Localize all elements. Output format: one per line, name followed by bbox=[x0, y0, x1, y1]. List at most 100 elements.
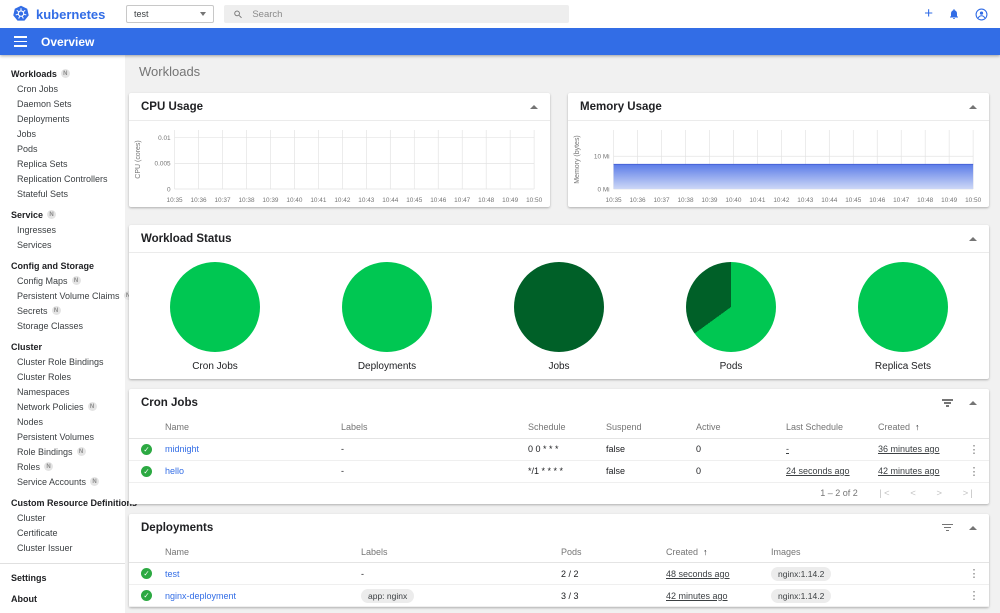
sidebar-group-label: Custom Resource Definitions bbox=[11, 497, 138, 508]
sidebar-item[interactable]: Config Maps N bbox=[0, 273, 125, 288]
svg-text:10:46: 10:46 bbox=[430, 197, 446, 204]
pie-chart bbox=[342, 262, 432, 352]
svg-text:0.005: 0.005 bbox=[155, 161, 171, 168]
column-header-pods[interactable]: Pods bbox=[561, 541, 666, 563]
sidebar-item[interactable]: Role Bindings N bbox=[0, 444, 125, 459]
workload-pie: Replica Sets bbox=[817, 262, 989, 372]
table-row[interactable]: ✓ midnight -0 0 * * * false 0-36 minutes ago… bbox=[129, 438, 989, 461]
kubernetes-logo-link[interactable]: kubernetes bbox=[12, 5, 126, 23]
sidebar-item[interactable]: Ingresses bbox=[0, 222, 125, 237]
sidebar-group-label: Cluster bbox=[11, 341, 43, 352]
namespace-select[interactable]: test bbox=[126, 5, 214, 23]
search-bar[interactable] bbox=[224, 5, 569, 23]
sidebar-group-label: Config and Storage bbox=[11, 260, 94, 271]
row-menu-button[interactable]: ⋮ bbox=[965, 444, 984, 456]
sidebar-item[interactable]: Deployments bbox=[0, 111, 125, 126]
row-menu-button[interactable]: ⋮ bbox=[965, 590, 984, 602]
card-title: Cron Jobs bbox=[141, 397, 198, 409]
filter-button[interactable] bbox=[942, 523, 953, 532]
column-header-labels[interactable]: Labels bbox=[341, 417, 528, 439]
created-cell-value: 42 minutes ago bbox=[878, 466, 940, 476]
sidebar-item[interactable]: Services bbox=[0, 237, 125, 252]
sidebar-item[interactable]: Persistent Volumes bbox=[0, 429, 125, 444]
column-header-suspend[interactable]: Suspend bbox=[606, 417, 696, 439]
last-page-button[interactable]: >| bbox=[963, 488, 975, 499]
collapse-card-button[interactable] bbox=[969, 236, 977, 241]
pie-label: Jobs bbox=[548, 361, 570, 372]
sidebar-item-label: Config Maps bbox=[17, 275, 68, 286]
table-row[interactable]: ✓ nginx-deployment app: nginx 3 / 3 42 minut… bbox=[129, 584, 989, 607]
svg-text:10:39: 10:39 bbox=[262, 197, 278, 204]
sidebar-item[interactable]: Network Policies N bbox=[0, 399, 125, 414]
resource-link[interactable]: nginx-deployment bbox=[165, 591, 236, 601]
collapse-card-button[interactable] bbox=[969, 104, 977, 109]
resource-link[interactable]: test bbox=[165, 569, 180, 579]
svg-text:0: 0 bbox=[167, 186, 171, 193]
resource-link[interactable]: midnight bbox=[165, 444, 199, 454]
filter-button[interactable] bbox=[942, 399, 953, 407]
sidebar-item-label: Pods bbox=[17, 143, 38, 154]
svg-text:10:37: 10:37 bbox=[653, 197, 669, 204]
collapse-card-button[interactable] bbox=[969, 401, 977, 405]
sidebar-item[interactable]: Roles N bbox=[0, 459, 125, 474]
sidebar-item[interactable]: Nodes bbox=[0, 414, 125, 429]
cpu-usage-chart: 10:35 10:36 10:37 10:38 10:39 10:40 10:41 10:42… bbox=[135, 130, 543, 204]
pagination: 1 – 2 of 2 |< < > >| bbox=[129, 483, 989, 504]
sidebar-item[interactable]: Cluster Issuer bbox=[0, 540, 125, 555]
collapse-card-button[interactable] bbox=[969, 525, 977, 530]
sidebar-item[interactable]: Replica Sets bbox=[0, 156, 125, 171]
sidebar-item[interactable]: Certificate bbox=[0, 525, 125, 540]
sidebar-item[interactable]: Daemon Sets bbox=[0, 96, 125, 111]
sidebar-item[interactable]: Namespaces bbox=[0, 384, 125, 399]
sidebar-item[interactable]: Cron Jobs bbox=[0, 81, 125, 96]
sidebar-item[interactable]: Replication Controllers bbox=[0, 171, 125, 186]
search-input[interactable] bbox=[252, 8, 560, 20]
column-header-schedule[interactable]: Schedule bbox=[528, 417, 606, 439]
status-ok-icon: ✓ bbox=[141, 443, 152, 455]
row-menu-button[interactable]: ⋮ bbox=[965, 466, 984, 478]
sidebar-item-label: Persistent Volume Claims bbox=[17, 290, 120, 301]
column-header-labels[interactable]: Labels bbox=[361, 541, 561, 563]
previous-page-button[interactable]: < bbox=[910, 488, 916, 499]
sidebar-item[interactable]: Stateful Sets bbox=[0, 186, 125, 201]
svg-text:10:38: 10:38 bbox=[677, 197, 693, 204]
profile-button[interactable] bbox=[975, 8, 988, 21]
table-row[interactable]: ✓ hello - */1 * * * * false 0 24 seconds ago 42… bbox=[129, 460, 989, 483]
sidebar-group-header[interactable]: Cluster bbox=[0, 339, 125, 354]
page-title: Workloads bbox=[139, 64, 201, 79]
sidebar-item[interactable]: Secrets N bbox=[0, 303, 125, 318]
create-resource-button[interactable]: + bbox=[924, 6, 933, 21]
column-header-active[interactable]: Active bbox=[696, 417, 786, 439]
menu-button[interactable] bbox=[14, 36, 27, 47]
column-header-created[interactable]: Created ↑ bbox=[666, 541, 771, 563]
next-page-button[interactable]: > bbox=[936, 488, 942, 499]
column-header-last-schedule[interactable]: Last Schedule bbox=[786, 417, 878, 439]
column-header-images[interactable]: Images bbox=[771, 541, 959, 563]
sidebar-item[interactable]: Storage Classes bbox=[0, 318, 125, 333]
resource-link[interactable]: hello bbox=[165, 466, 184, 476]
column-header-name[interactable]: Name bbox=[165, 541, 361, 563]
sidebar-item[interactable]: Service Accounts N bbox=[0, 474, 125, 489]
sidebar-group-header[interactable]: Custom Resource Definitions bbox=[0, 495, 137, 510]
sidebar-group-header[interactable]: Config and Storage bbox=[0, 258, 125, 273]
sidebar-item[interactable]: Cluster Role Bindings bbox=[0, 354, 125, 369]
sidebar-item[interactable]: Jobs bbox=[0, 126, 125, 141]
notifications-button[interactable] bbox=[948, 8, 960, 20]
first-page-button[interactable]: |< bbox=[878, 488, 890, 499]
collapse-card-button[interactable] bbox=[530, 104, 538, 109]
sidebar-item[interactable]: Cluster bbox=[0, 510, 125, 525]
table-row[interactable]: ✓ test -2 / 2 48 seconds ago nginx:1.14.2 ⋮ bbox=[129, 562, 989, 585]
sidebar-group-header[interactable]: Service N bbox=[0, 207, 125, 222]
column-header-label: Name bbox=[165, 546, 190, 557]
column-header-name[interactable]: Name bbox=[165, 417, 341, 439]
sidebar-group-header[interactable]: Workloads N bbox=[0, 66, 125, 81]
sidebar-item[interactable]: About bbox=[0, 591, 125, 606]
row-menu-button[interactable]: ⋮ bbox=[965, 568, 984, 580]
status-cell: ✓ bbox=[129, 438, 165, 461]
column-header-created[interactable]: Created ↑ bbox=[878, 417, 959, 439]
sidebar-item[interactable]: Cluster Roles bbox=[0, 369, 125, 384]
sidebar-item[interactable]: Settings bbox=[0, 570, 125, 585]
sidebar-item[interactable]: Persistent Volume ClaimsN bbox=[0, 288, 133, 303]
column-header-label: Active bbox=[696, 422, 721, 433]
sidebar-item[interactable]: Pods bbox=[0, 141, 125, 156]
